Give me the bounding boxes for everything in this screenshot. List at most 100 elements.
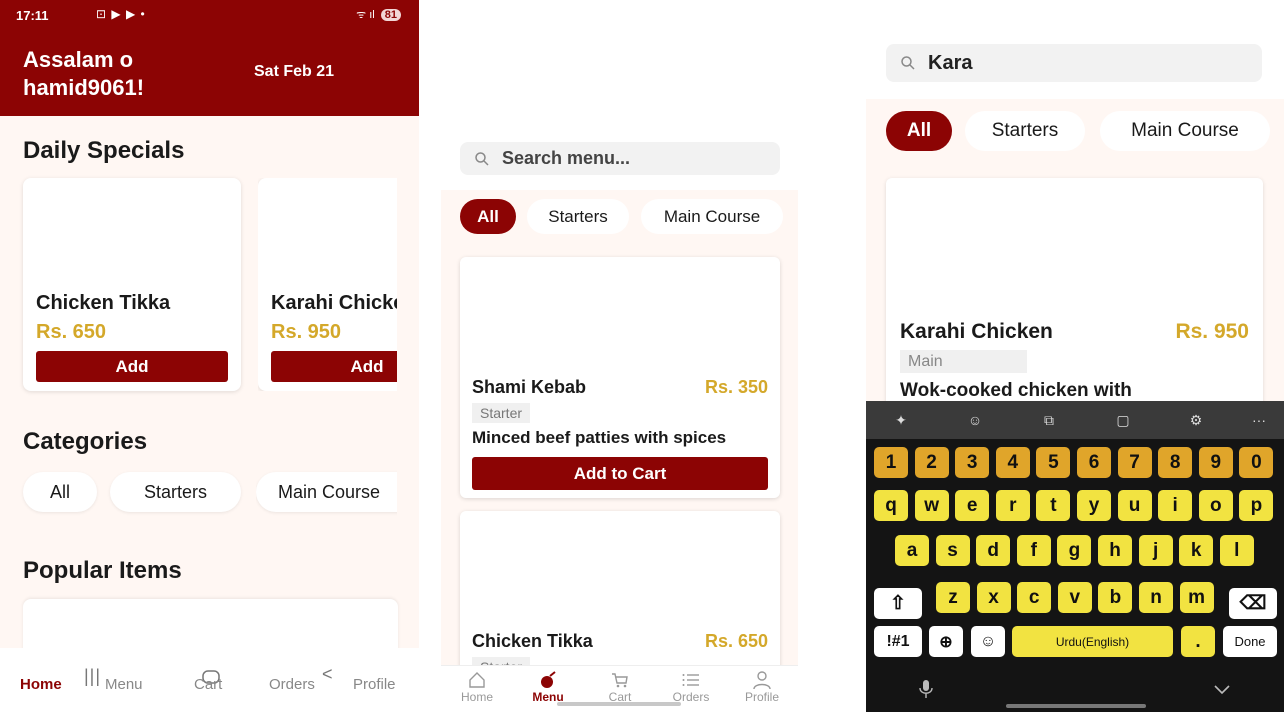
category-chip-main-course[interactable]: Main Course: [256, 472, 397, 512]
key-7[interactable]: 7: [1117, 447, 1152, 478]
key-e[interactable]: e: [955, 490, 990, 521]
emoji-key-icon[interactable]: ☺: [971, 626, 1005, 657]
key-m[interactable]: m: [1179, 582, 1214, 613]
globe-icon[interactable]: ⊕: [929, 626, 963, 657]
special-card[interactable]: Karahi Chicken Rs. 950 Add: [258, 178, 397, 391]
key-k[interactable]: k: [1179, 535, 1214, 566]
key-t[interactable]: t: [1036, 490, 1071, 521]
key-0[interactable]: 0: [1239, 447, 1274, 478]
space-key[interactable]: Urdu(English): [1012, 626, 1173, 657]
key-9[interactable]: 9: [1198, 447, 1233, 478]
backspace-key[interactable]: ⌫: [1229, 588, 1277, 619]
search-icon: [901, 56, 915, 70]
nav-menu[interactable]: Menu: [105, 676, 143, 693]
done-key[interactable]: Done: [1223, 626, 1277, 657]
key-l[interactable]: l: [1219, 535, 1254, 566]
menu-item-card[interactable]: Chicken Tikka Rs. 650 Starter: [460, 511, 780, 691]
sparkle-icon[interactable]: ✦: [890, 409, 912, 431]
category-chip-all[interactable]: All: [23, 472, 97, 512]
key-v[interactable]: v: [1057, 582, 1092, 613]
key-c[interactable]: c: [1017, 582, 1052, 613]
filter-chip-all[interactable]: All: [886, 111, 952, 151]
menu-item-card[interactable]: Shami Kebab Rs. 350 Starter Minced beef …: [460, 257, 780, 498]
key-q[interactable]: q: [874, 490, 908, 521]
add-button[interactable]: Add: [271, 351, 397, 382]
filter-chip-starters[interactable]: Starters: [965, 111, 1085, 151]
recent-apps-icon[interactable]: |||: [84, 666, 101, 687]
nav-orders[interactable]: Orders: [269, 676, 315, 693]
microphone-icon[interactable]: [919, 679, 933, 699]
filter-chip-main-course[interactable]: Main Course: [1100, 111, 1270, 151]
filter-chip-all[interactable]: All: [460, 199, 516, 234]
search-input-value[interactable]: Kara: [928, 52, 972, 75]
nav-home[interactable]: Home: [20, 676, 62, 693]
key-4[interactable]: 4: [995, 447, 1030, 478]
key-o[interactable]: o: [1198, 490, 1233, 521]
key-u[interactable]: u: [1117, 490, 1152, 521]
symbols-key[interactable]: !#1: [874, 626, 922, 657]
special-card-clip: Karahi Chicken Rs. 950 Add: [258, 178, 397, 391]
search-bar[interactable]: Kara: [886, 44, 1262, 82]
menu-item-price: Rs. 350: [704, 377, 768, 397]
nav-profile[interactable]: Profile: [353, 676, 396, 693]
key-w[interactable]: w: [914, 490, 949, 521]
key-h[interactable]: h: [1098, 535, 1132, 566]
key-3[interactable]: 3: [955, 447, 990, 478]
special-card[interactable]: Chicken Tikka Rs. 650 Add: [23, 178, 241, 391]
nav-menu[interactable]: Menu: [513, 670, 583, 704]
key-x[interactable]: x: [976, 582, 1011, 613]
key-a[interactable]: a: [895, 535, 929, 566]
more-icon[interactable]: ···: [1248, 409, 1270, 431]
nav-orders[interactable]: Orders: [656, 670, 726, 704]
menu-item-description: Wok-cooked chicken with: [900, 380, 1132, 401]
nav-label: Profile: [744, 690, 779, 704]
nav-cart[interactable]: Cart: [585, 670, 655, 704]
search-bar[interactable]: Search menu...: [460, 142, 780, 175]
key-r[interactable]: r: [995, 490, 1030, 521]
key-d[interactable]: d: [976, 535, 1011, 566]
key-1[interactable]: 1: [874, 447, 908, 478]
menu-item-card[interactable]: Karahi Chicken Rs. 950 Main Wok-cooked c…: [886, 178, 1263, 408]
key-i[interactable]: i: [1158, 490, 1193, 521]
chevron-down-icon[interactable]: [1212, 683, 1232, 697]
profile-icon: [753, 671, 771, 690]
key-n[interactable]: n: [1139, 582, 1173, 613]
key-s[interactable]: s: [935, 535, 970, 566]
key-8[interactable]: 8: [1158, 447, 1193, 478]
translate-icon[interactable]: ⧉: [1038, 409, 1060, 431]
nav-home[interactable]: Home: [442, 670, 512, 704]
nav-profile[interactable]: Profile: [727, 670, 797, 704]
period-key[interactable]: .: [1181, 626, 1215, 657]
signal-icon: ᯤ ıl: [356, 9, 375, 21]
clipboard-icon[interactable]: ▢: [1112, 409, 1134, 431]
filter-chip-starters[interactable]: Starters: [527, 199, 629, 234]
special-name: Chicken Tikka: [36, 292, 171, 314]
key-g[interactable]: g: [1057, 535, 1092, 566]
search-icon: [475, 151, 489, 166]
nav-cart[interactable]: Cart: [194, 676, 222, 693]
settings-icon[interactable]: ⚙: [1185, 409, 1207, 431]
key-6[interactable]: 6: [1077, 447, 1111, 478]
key-2[interactable]: 2: [914, 447, 949, 478]
key-z[interactable]: z: [936, 582, 970, 613]
key-j[interactable]: j: [1138, 535, 1173, 566]
search-placeholder: Search menu...: [502, 148, 631, 168]
key-b[interactable]: b: [1098, 582, 1133, 613]
special-name: Karahi Chicken: [271, 292, 397, 314]
status-right: ᯤ ıl 81: [356, 7, 401, 22]
greeting-text: Assalam o hamid9061!: [23, 47, 145, 100]
filter-chip-main-course[interactable]: Main Course: [641, 199, 783, 234]
add-to-cart-button[interactable]: Add to Cart: [472, 457, 768, 490]
emoji-icon[interactable]: ☺: [964, 409, 986, 431]
key-f[interactable]: f: [1016, 535, 1051, 566]
shift-key[interactable]: ⇧: [874, 588, 922, 619]
nav-label: Home: [460, 690, 493, 704]
category-chip-starters[interactable]: Starters: [110, 472, 241, 512]
bottom-nav: Home ||| Menu Cart Orders < Profile: [0, 648, 419, 712]
daily-specials-title: Daily Specials: [23, 137, 185, 164]
key-p[interactable]: p: [1239, 490, 1274, 521]
key-y[interactable]: y: [1077, 490, 1111, 521]
add-button[interactable]: Add: [36, 351, 228, 382]
system-back-icon[interactable]: <: [322, 664, 333, 685]
key-5[interactable]: 5: [1036, 447, 1071, 478]
